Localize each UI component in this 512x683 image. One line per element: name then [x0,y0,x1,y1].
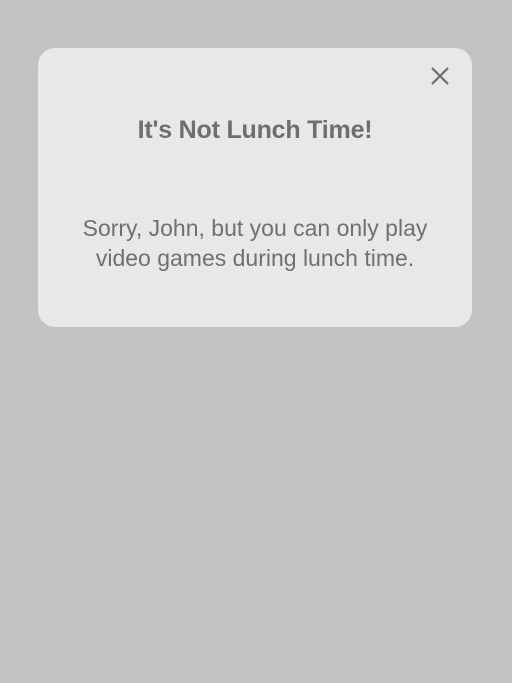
dialog-title: It's Not Lunch Time! [137,116,373,144]
alert-dialog: It's Not Lunch Time! Sorry, John, but yo… [38,48,472,327]
close-button[interactable] [428,64,452,88]
close-icon [431,67,449,85]
dialog-message: Sorry, John, but you can only play video… [82,215,428,271]
